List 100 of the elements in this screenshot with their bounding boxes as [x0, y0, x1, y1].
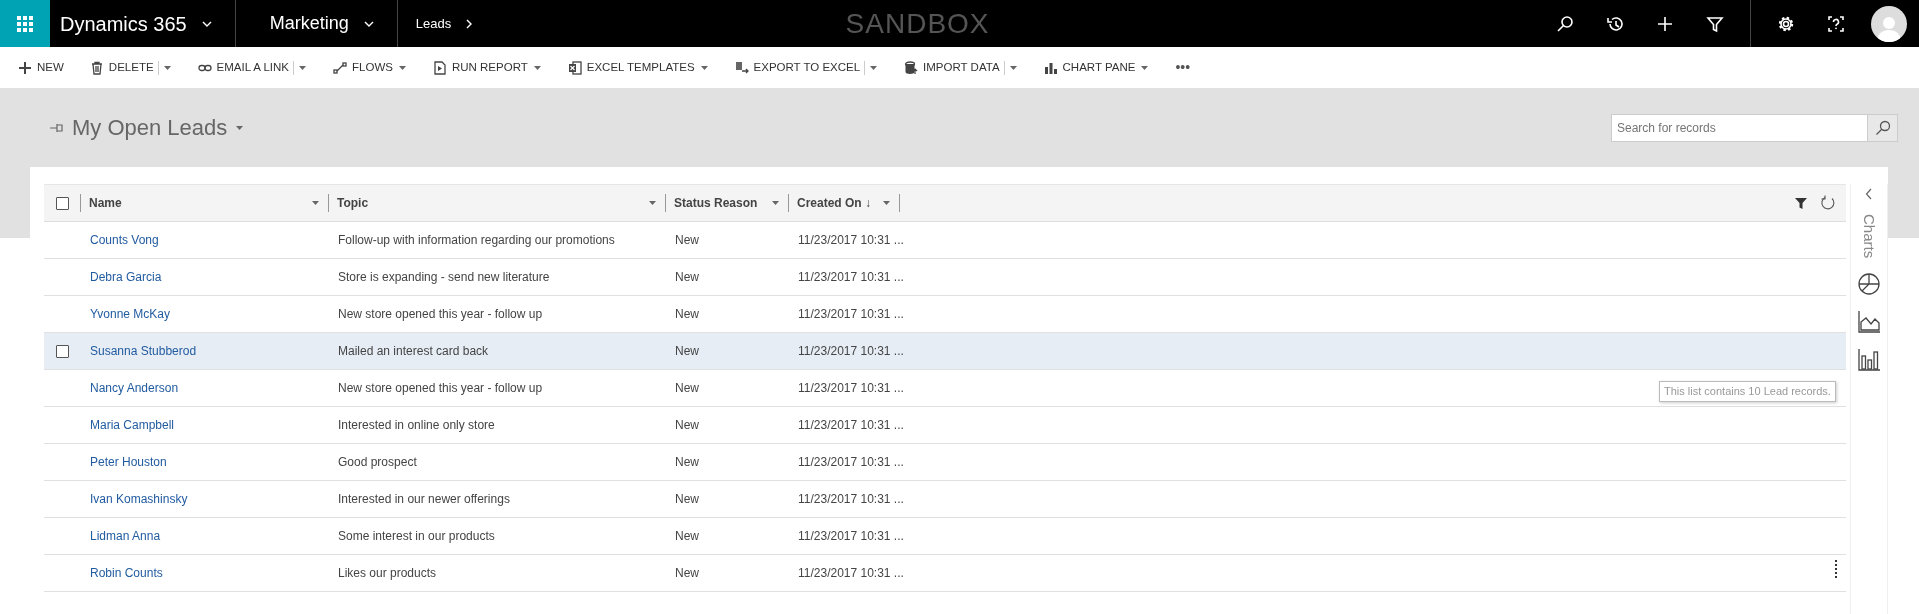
caret-icon — [648, 199, 657, 207]
select-all-checkbox[interactable] — [55, 196, 69, 210]
pin-icon — [50, 122, 64, 133]
command-button[interactable]: DELETE — [85, 52, 158, 83]
command-button[interactable]: CHART PANE — [1039, 52, 1154, 83]
resize-handle[interactable] — [1835, 560, 1837, 578]
plus-icon — [18, 60, 32, 75]
date-text: 11/23/2017 10:31 ... — [798, 418, 904, 432]
chart-type-button[interactable] — [1857, 348, 1881, 373]
app-launcher-button[interactable] — [0, 0, 50, 47]
date-text: 11/23/2017 10:31 ... — [798, 270, 904, 284]
column-header[interactable]: Status Reason — [666, 184, 788, 222]
charts-label[interactable]: Charts — [1857, 214, 1881, 259]
status-text: New — [675, 455, 699, 469]
status-text: New — [675, 233, 699, 247]
chevron-left-icon — [1865, 188, 1873, 200]
column-header[interactable]: Topic — [329, 184, 665, 222]
profile-button[interactable] — [1871, 5, 1907, 42]
area-chart-icon — [1857, 310, 1881, 335]
search-icon — [1556, 14, 1574, 33]
filter-icon — [1706, 14, 1724, 33]
refresh-button[interactable] — [1820, 195, 1836, 211]
topic-text: Interested in online only store — [338, 418, 495, 432]
caret-icon — [1140, 63, 1150, 72]
search-field[interactable]: Search for records — [1611, 113, 1868, 142]
caret-icon — [397, 63, 407, 72]
record-link[interactable]: Debra Garcia — [90, 270, 162, 284]
record-link[interactable]: Counts Vong — [90, 233, 159, 247]
caret-icon — [869, 63, 879, 72]
status-text: New — [675, 566, 699, 580]
record-link[interactable]: Yvonne McKay — [90, 307, 171, 321]
command-button[interactable]: EMAIL A LINK — [193, 52, 294, 83]
record-link[interactable]: Ivan Komashinsky — [90, 492, 188, 506]
topic-text: Good prospect — [338, 455, 417, 469]
chart-type-button[interactable] — [1857, 272, 1881, 297]
record-link[interactable]: Maria Campbell — [90, 418, 175, 432]
spreadsheet-icon — [567, 60, 582, 75]
collapse-button[interactable] — [1865, 188, 1873, 200]
chart-type-button[interactable] — [1857, 310, 1881, 335]
history-icon — [1606, 14, 1624, 33]
row-checkbox[interactable] — [55, 344, 69, 358]
column-header[interactable]: Name — [81, 184, 328, 222]
status-text: New — [675, 344, 699, 358]
breadcrumb-button[interactable]: Leads — [397, 0, 496, 47]
date-text: 11/23/2017 10:31 ... — [798, 455, 904, 469]
date-text: 11/23/2017 10:31 ... — [798, 529, 904, 543]
search-button[interactable] — [1868, 113, 1898, 142]
topic-text: Store is expanding - send new literature — [338, 270, 550, 284]
help-icon — [1827, 14, 1845, 33]
caret-icon — [699, 63, 709, 72]
topic-text: Interested in our newer offerings — [338, 492, 510, 506]
highlighted-row[interactable]: Susanna Stubberod Mailed an interest card back New 11/23/2017 10:31 ... — [44, 333, 1846, 370]
more-commands-button[interactable]: ••• — [1171, 52, 1195, 83]
command-button[interactable]: RUN REPORT — [428, 52, 546, 83]
command-button[interactable]: NEW — [14, 52, 68, 83]
status-text: New — [675, 529, 699, 543]
record-link[interactable]: Lidman Anna — [90, 529, 161, 543]
date-text: 11/23/2017 10:31 ... — [798, 233, 904, 247]
topic-text: Follow-up with information regarding our promotions — [338, 233, 615, 247]
filter-icon — [1794, 196, 1808, 210]
status-text: New — [675, 418, 699, 432]
bar-chart-icon — [1857, 348, 1881, 373]
settings-icon — [1777, 14, 1795, 33]
command-button[interactable]: FLOWS — [329, 52, 411, 83]
chevron-right-icon — [465, 17, 474, 30]
flow-icon — [333, 60, 348, 75]
tooltip: This list contains 10 Lead records. — [1659, 381, 1836, 402]
column-header[interactable]: Created On ↓ — [789, 184, 899, 222]
record-link[interactable]: Peter Houston — [90, 455, 167, 469]
command-button[interactable]: IMPORT DATA — [900, 52, 1004, 83]
view-selector[interactable]: My Open Leads — [72, 111, 245, 144]
status-text: New — [675, 270, 699, 284]
bar-chart-icon — [1043, 60, 1058, 75]
record-link[interactable]: Robin Counts — [90, 566, 163, 580]
pie-chart-icon — [1857, 272, 1881, 297]
topic-text: Mailed an interest card back — [338, 344, 489, 358]
caret-icon — [235, 123, 245, 132]
status-text: New — [675, 307, 699, 321]
filter-button[interactable] — [1794, 196, 1808, 210]
record-link[interactable]: Nancy Anderson — [90, 381, 179, 395]
date-text: 11/23/2017 10:31 ... — [798, 492, 904, 506]
search-icon — [1874, 119, 1891, 136]
caret-icon — [311, 199, 320, 207]
trash-icon — [89, 60, 104, 75]
topic-text: Likes our products — [338, 566, 437, 580]
report-icon — [432, 60, 447, 75]
date-text: 11/23/2017 10:31 ... — [798, 344, 904, 358]
date-text: 11/23/2017 10:31 ... — [798, 381, 904, 395]
caret-icon — [298, 63, 308, 72]
date-text: 11/23/2017 10:31 ... — [798, 566, 904, 580]
command-button[interactable]: EXCEL TEMPLATES — [563, 52, 713, 83]
topic-text: New store opened this year - follow up — [338, 307, 543, 321]
caret-icon — [532, 63, 542, 72]
database-icon — [904, 60, 919, 75]
topic-text: Some interest in our products — [338, 529, 495, 543]
environment-label: SANDBOX — [844, 6, 991, 41]
plus-icon — [1656, 14, 1674, 33]
command-button[interactable]: EXPORT TO EXCEL — [730, 52, 865, 83]
status-text: New — [675, 492, 699, 506]
record-link[interactable]: Susanna Stubberod — [90, 344, 197, 358]
